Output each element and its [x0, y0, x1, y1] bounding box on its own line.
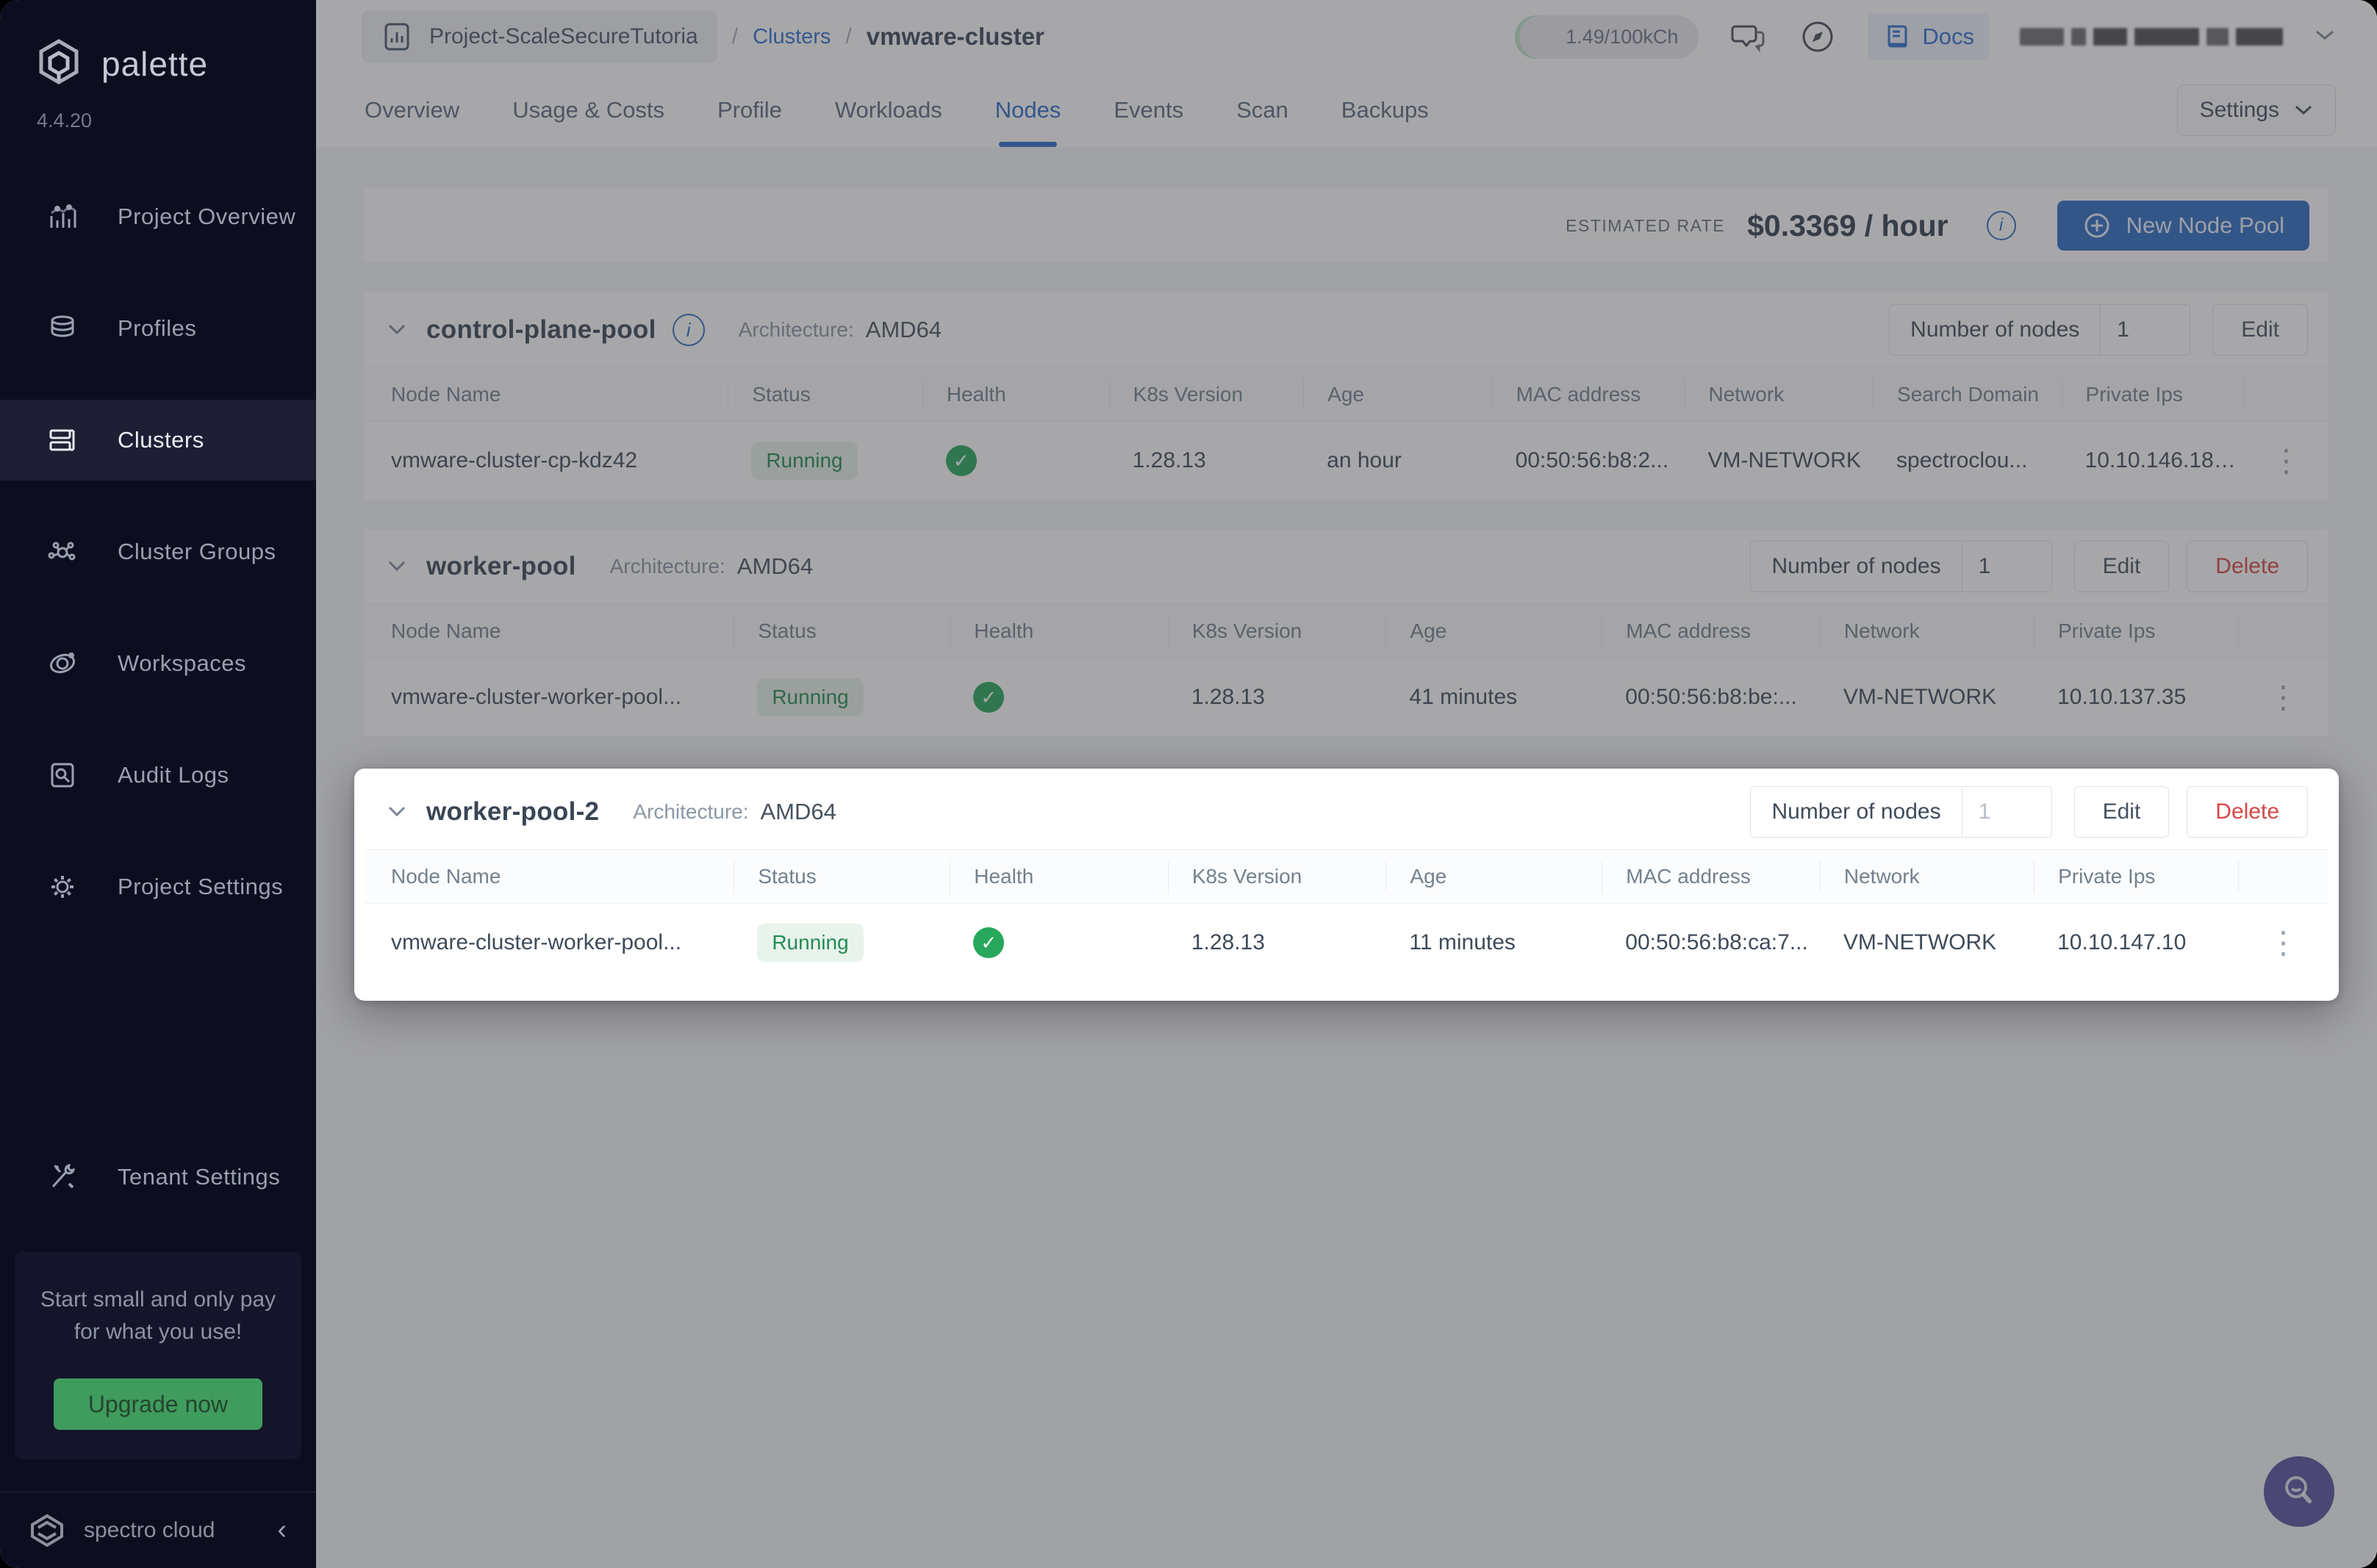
- sidebar-item-project-overview[interactable]: Project Overview: [0, 176, 316, 257]
- palette-logo-icon: [35, 38, 82, 89]
- status-badge: Running: [757, 924, 864, 962]
- sidebar-item-label: Project Overview: [118, 204, 296, 229]
- gear-icon: [51, 876, 74, 898]
- sidebar-item-label: Tenant Settings: [118, 1164, 281, 1190]
- number-of-nodes-label: Number of nodes: [1771, 799, 1941, 824]
- sidebar-item-label: Clusters: [118, 427, 204, 453]
- tools-icon: [51, 1163, 76, 1189]
- age-cell: 11 minutes: [1409, 930, 1516, 954]
- delete-pool-button[interactable]: Delete: [2187, 786, 2308, 838]
- k8s-version-cell: 1.28.13: [1191, 930, 1265, 954]
- sidebar-nav: Project Overview Profiles Clusters Clust…: [0, 176, 316, 958]
- spectro-cloud-logo-icon: [31, 1514, 63, 1547]
- col-network: Network: [1819, 860, 2034, 893]
- palette-logo: palette: [0, 0, 316, 89]
- spectro-cloud-label: spectro cloud: [84, 1517, 215, 1542]
- clusters-icon: [49, 429, 75, 451]
- orbit-icon: [50, 652, 75, 674]
- sidebar-item-label: Audit Logs: [118, 762, 229, 788]
- col-health: Health: [950, 860, 1168, 893]
- sidebar-footer: spectro cloud ‹: [0, 1492, 316, 1568]
- bar-chart-icon: [50, 204, 76, 228]
- app-window: palette 4.4.20 Project Overview Profiles…: [0, 0, 2377, 1568]
- app-version: 4.4.20: [37, 109, 93, 132]
- mac-cell: 00:50:56:b8:ca:7...: [1625, 930, 1808, 954]
- sidebar-item-workspaces[interactable]: Workspaces: [0, 623, 316, 704]
- layers-icon: [51, 315, 74, 337]
- promo-message: Start small and only pay for what you us…: [40, 1287, 276, 1344]
- col-k8s-version: K8s Version: [1167, 860, 1386, 893]
- number-of-nodes-box: Number of nodes 1: [1750, 786, 2052, 838]
- sidebar-item-label: Project Settings: [118, 874, 284, 899]
- architecture-label: Architecture:: [633, 800, 749, 823]
- sidebar-item-profiles[interactable]: Profiles: [0, 288, 316, 369]
- sidebar-item-label: Workspaces: [118, 650, 246, 676]
- status-cell: Running: [734, 924, 950, 962]
- sidebar-item-label: Profiles: [118, 315, 197, 341]
- health-cell: ✓: [950, 927, 1168, 958]
- col-node-name: Node Name: [391, 865, 501, 888]
- sidebar-item-cluster-groups[interactable]: Cluster Groups: [0, 511, 316, 592]
- number-of-nodes-value[interactable]: 1: [1961, 787, 2051, 837]
- brand-name: palette: [101, 44, 209, 83]
- col-private-ips: Private Ips: [2034, 860, 2238, 893]
- architecture-value: AMD64: [760, 799, 836, 824]
- audit-log-icon: [51, 763, 74, 788]
- health-ok-icon: ✓: [973, 927, 1005, 958]
- edit-pool-button[interactable]: Edit: [2073, 786, 2170, 838]
- collapse-chevron-icon[interactable]: [387, 805, 407, 819]
- private-ips-cell: 10.10.147.10: [2057, 930, 2187, 954]
- sidebar-item-audit-logs[interactable]: Audit Logs: [0, 735, 316, 816]
- row-kebab-menu-icon[interactable]: ⋮: [2260, 927, 2306, 958]
- network-icon: [48, 542, 76, 561]
- upgrade-promo: Start small and only pay for what you us…: [15, 1251, 301, 1459]
- col-status: Status: [734, 860, 950, 893]
- upgrade-now-button[interactable]: Upgrade now: [54, 1378, 262, 1430]
- node-name-cell: vmware-cluster-worker-pool...: [391, 930, 682, 954]
- pool-worker-2-highlighted: worker-pool-2 Architecture: AMD64 Number…: [354, 769, 2339, 1001]
- pool-name: worker-pool-2: [426, 797, 600, 826]
- col-mac: MAC address: [1602, 860, 1820, 893]
- sidebar-item-clusters[interactable]: Clusters: [0, 400, 316, 481]
- col-age: Age: [1385, 860, 1602, 893]
- table-header-row: Node Name Status Health K8s Version Age …: [365, 849, 2328, 904]
- network-cell: VM-NETWORK: [1843, 930, 1997, 954]
- sidebar: palette 4.4.20 Project Overview Profiles…: [0, 0, 316, 1568]
- sidebar-item-label: Cluster Groups: [118, 539, 276, 564]
- sidebar-collapse-icon[interactable]: ‹: [277, 1514, 287, 1546]
- col-actions: [2237, 860, 2328, 893]
- sidebar-item-tenant-settings[interactable]: Tenant Settings: [0, 1137, 316, 1218]
- table-row: vmware-cluster-worker-pool... Running ✓ …: [365, 904, 2328, 982]
- sidebar-item-project-settings[interactable]: Project Settings: [0, 846, 316, 927]
